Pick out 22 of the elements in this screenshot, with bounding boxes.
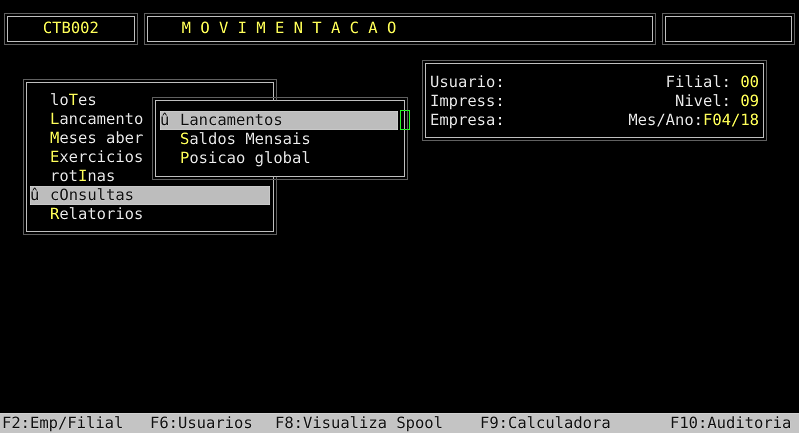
function-key-hint: F8:Visualiza Spool [275,413,444,433]
info-value: F04/18 [703,111,759,130]
program-code-panel: CTB002 [7,16,135,42]
info-value: 00 [740,73,759,92]
menu-item[interactable]: û Lancamentos [160,111,398,130]
info-label: Empresa: [430,111,505,130]
cursor-icon [400,110,410,130]
info-field-label: Filial: [666,73,732,92]
function-key-hint: F9:Calculadora [480,413,612,433]
screen-title-panel: M O V I M E N T A C A O [146,16,654,42]
menu-item[interactable]: Saldos Mensais [160,130,398,149]
menu-item[interactable]: û cOnsultas [30,186,270,205]
info-value: 09 [740,92,759,111]
function-key-hint: F10:Auditoria [670,413,792,433]
info-label: Usuario: [430,73,505,92]
menu-item[interactable]: Relatorios [30,205,270,224]
menu-item[interactable]: Posicao global [160,149,398,168]
info-field-label: Nivel: [675,92,732,111]
info-field-label: Mes/Ano: [628,111,703,130]
info-label: Impress: [430,92,505,111]
function-key-hint: F2:Emp/Filial [2,413,124,433]
function-key-hint: F6:Usuarios [150,413,254,433]
